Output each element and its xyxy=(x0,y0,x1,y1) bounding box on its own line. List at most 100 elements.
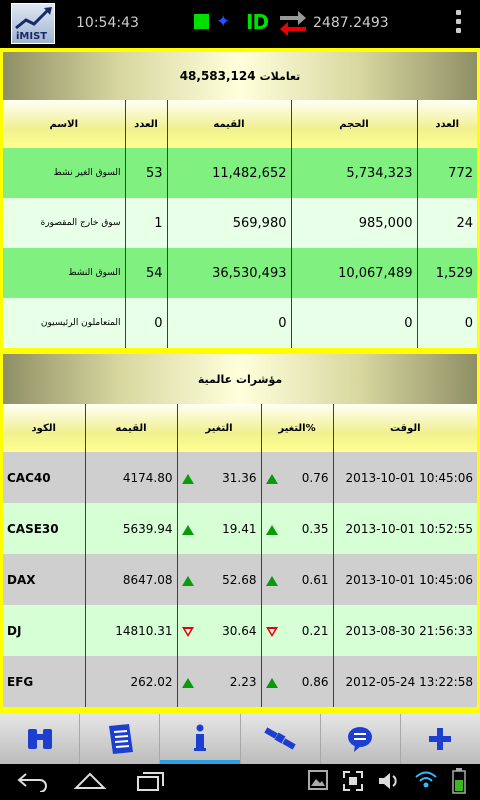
arrow-up-icon xyxy=(181,677,194,688)
row-change-value: 30.64 xyxy=(222,623,257,638)
col-count: العدد xyxy=(125,100,168,148)
cross-icon: ✦ xyxy=(216,12,231,32)
col-value: القيمه xyxy=(167,100,292,148)
table-row[interactable]: CASE30 5639.94 19.41 0.35 2013-10-01 10:52:5… xyxy=(3,503,477,554)
row-code: CASE30 xyxy=(3,503,86,554)
global-indices-header: مؤشرات عالمية xyxy=(3,354,477,404)
plus-icon xyxy=(429,728,452,750)
row-count: 1 xyxy=(125,198,168,248)
wifi-icon xyxy=(415,771,437,788)
battery-icon xyxy=(452,768,466,794)
back-icon[interactable] xyxy=(16,770,50,792)
arrow-up-icon xyxy=(265,677,278,688)
connection-square-icon xyxy=(194,14,209,29)
col-value: القيمه xyxy=(85,404,178,452)
row-change-value: 19.41 xyxy=(222,521,257,536)
row-change-value: 2.23 xyxy=(229,674,257,689)
row-count: 0 xyxy=(125,298,168,348)
row-value: 262.02 xyxy=(85,656,178,707)
home-icon[interactable] xyxy=(74,772,106,790)
row-code: CAC40 xyxy=(3,452,86,503)
overflow-menu-icon[interactable] xyxy=(448,10,468,36)
app-logo: iMIST xyxy=(11,3,55,44)
summary-header: 48,583,124 تعاملات xyxy=(3,52,477,100)
row-time: 2013-10-01 10:45:06 xyxy=(333,452,477,503)
row-change-pct-value: 0.61 xyxy=(301,572,329,587)
recent-apps-icon[interactable] xyxy=(136,770,166,792)
row-change: 52.68 xyxy=(177,554,262,605)
fullscreen-icon[interactable] xyxy=(342,770,364,792)
row-code: DAX xyxy=(3,554,86,605)
tab-reports[interactable] xyxy=(80,714,161,764)
table-row[interactable]: المتعاملون الرئيسيون 0 0 0 0 xyxy=(3,298,477,348)
col-code: الكود xyxy=(3,404,86,452)
row-count: 54 xyxy=(125,248,168,298)
status-bar: iMIST 10:54:43 ✦ ID 2487.2493 xyxy=(0,0,480,48)
market-table-header: الاسم العدد القيمه الحجم العدد xyxy=(3,100,477,148)
tab-connection[interactable] xyxy=(241,714,321,764)
arrow-up-icon xyxy=(181,524,194,535)
row-code: EFG xyxy=(3,656,86,707)
tab-search[interactable] xyxy=(0,714,81,764)
row-volume: 0 xyxy=(291,298,418,348)
tab-add[interactable] xyxy=(401,714,480,764)
row-name: السوق الغير نشط xyxy=(3,148,126,198)
row-code: DJ xyxy=(3,605,86,656)
market-table: الاسم العدد القيمه الحجم العدد السوق الغ… xyxy=(3,100,477,348)
row-value: 36,530,493 xyxy=(167,248,292,298)
row-change-value: 31.36 xyxy=(222,470,257,485)
arrow-down-icon xyxy=(265,626,278,637)
row-time: 2013-10-01 10:45:06 xyxy=(333,554,477,605)
table-row[interactable]: CAC40 4174.80 31.36 0.76 2013-10-01 10:45:06 xyxy=(3,452,477,503)
table-row[interactable]: DJ 14810.31 30.64 0.21 2013-08-30 21:56:33 xyxy=(3,605,477,656)
arrow-up-icon xyxy=(265,473,278,484)
logo-text: iMIST xyxy=(16,31,48,42)
row-change-pct: 0.21 xyxy=(261,605,334,656)
row-value: 14810.31 xyxy=(85,605,178,656)
row-change-pct-value: 0.86 xyxy=(301,674,329,689)
arrow-up-icon xyxy=(181,473,194,484)
row-change: 2.23 xyxy=(177,656,262,707)
row-name: السوق النشط xyxy=(3,248,126,298)
arrow-up-icon xyxy=(265,575,278,586)
gallery-icon xyxy=(308,770,328,790)
row-value: 11,482,652 xyxy=(167,148,292,198)
col-change-pct: التغير% xyxy=(261,404,334,452)
table-row[interactable]: EFG 262.02 2.23 0.86 2012-05-24 13:22:58 xyxy=(3,656,477,707)
row-time: 2013-08-30 21:56:33 xyxy=(333,605,477,656)
tab-messages[interactable] xyxy=(321,714,401,764)
row-count: 53 xyxy=(125,148,168,198)
row-count-2: 24 xyxy=(417,198,477,248)
row-change-value: 52.68 xyxy=(222,572,257,587)
chat-icon xyxy=(348,727,373,752)
system-nav-bar xyxy=(0,764,480,800)
chart-trend-icon xyxy=(15,7,52,30)
col-name: الاسم xyxy=(3,100,126,148)
row-volume: 10,067,489 xyxy=(291,248,418,298)
row-change-pct-value: 0.76 xyxy=(301,470,329,485)
table-row[interactable]: السوق الغير نشط 53 11,482,652 5,734,323 … xyxy=(3,148,477,198)
row-count-2: 1,529 xyxy=(417,248,477,298)
table-row[interactable]: السوق النشط 54 36,530,493 10,067,489 1,5… xyxy=(3,248,477,298)
row-value: 0 xyxy=(167,298,292,348)
sync-arrows-icon xyxy=(280,11,306,36)
document-icon xyxy=(108,724,133,754)
row-change: 31.36 xyxy=(177,452,262,503)
row-volume: 5,734,323 xyxy=(291,148,418,198)
row-count-2: 0 xyxy=(417,298,477,348)
tab-info[interactable] xyxy=(160,714,241,764)
row-value: 4174.80 xyxy=(85,452,178,503)
col-time: الوقت xyxy=(333,404,477,452)
volume-icon[interactable] xyxy=(377,770,401,792)
market-index: 2487.2493 xyxy=(313,15,389,31)
table-row[interactable]: DAX 8647.08 52.68 0.61 2013-10-01 10:45:06 xyxy=(3,554,477,605)
table-row[interactable]: سوق خارج المقصورة 1 569,980 985,000 24 xyxy=(3,198,477,248)
global-table-header: الكود القيمه التغير التغير% الوقت xyxy=(3,404,477,452)
row-change: 19.41 xyxy=(177,503,262,554)
col-count-2: العدد xyxy=(417,100,477,148)
row-change: 30.64 xyxy=(177,605,262,656)
col-volume: الحجم xyxy=(291,100,418,148)
clock: 10:54:43 xyxy=(76,15,139,31)
row-count-2: 772 xyxy=(417,148,477,198)
row-change-pct-value: 0.21 xyxy=(301,623,329,638)
